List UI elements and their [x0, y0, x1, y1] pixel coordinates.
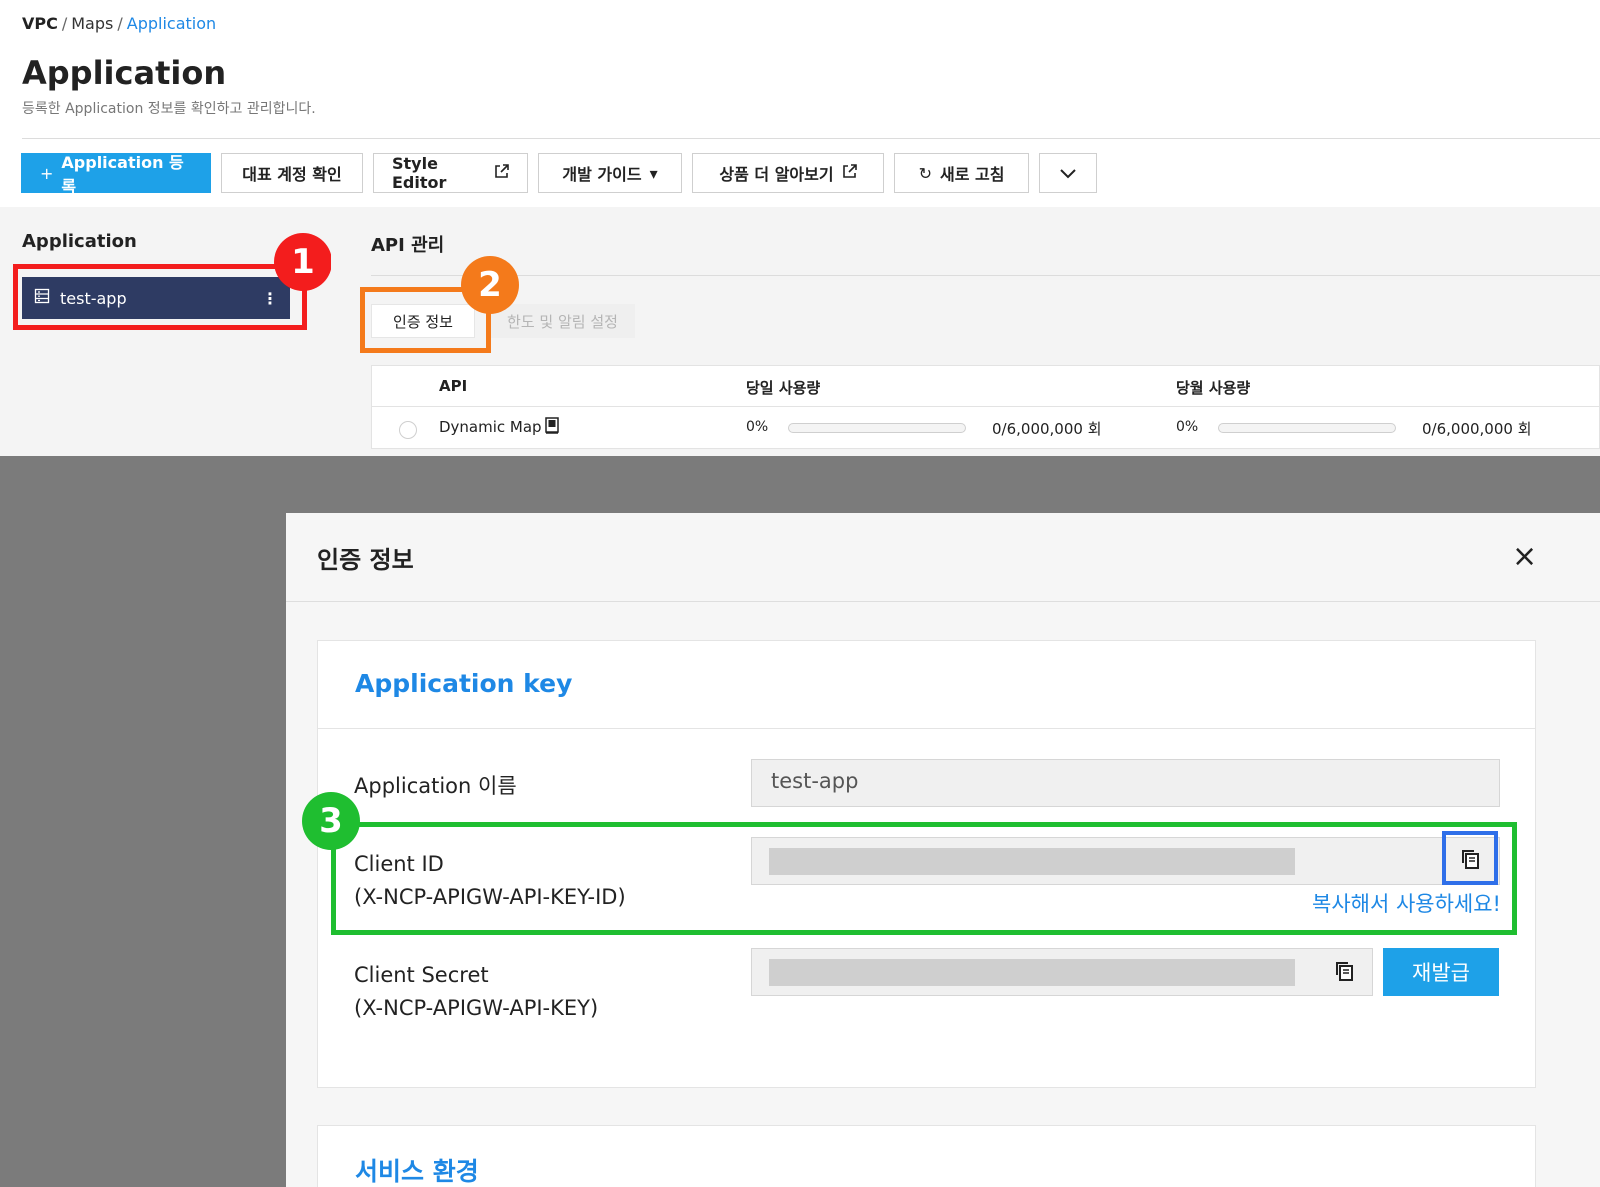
- breadcrumb: VPC / Maps / Application: [22, 14, 216, 33]
- table-header: API 당일 사용량 당월 사용량: [372, 366, 1599, 407]
- external-link-icon: [842, 163, 857, 183]
- step-badge-2: 2: [461, 256, 519, 314]
- highlight-box-step-1: [13, 264, 307, 330]
- close-icon[interactable]: ×: [1512, 539, 1537, 574]
- api-management-title: API 관리: [371, 235, 445, 256]
- breadcrumb-separator: /: [117, 14, 123, 33]
- monthly-usage-count: 0/6,000,000 회: [1422, 420, 1532, 438]
- style-editor-button[interactable]: Style Editor: [373, 153, 528, 193]
- breadcrumb-item-application[interactable]: Application: [127, 14, 216, 33]
- column-header-monthly-usage: 당월 사용량: [1176, 379, 1251, 397]
- register-application-button[interactable]: + Application 등록: [21, 153, 211, 196]
- api-name: Dynamic Map: [439, 418, 542, 436]
- row-select-radio[interactable]: [399, 421, 417, 439]
- client-secret-header-name: (X-NCP-APIGW-API-KEY): [354, 996, 599, 1020]
- card-header: Application key: [318, 641, 1535, 729]
- check-account-button[interactable]: 대표 계정 확인: [221, 153, 363, 193]
- toolbar: + Application 등록 대표 계정 확인 Style Editor 개…: [21, 153, 1097, 196]
- breadcrumb-item-vpc[interactable]: VPC: [22, 14, 58, 33]
- caret-down-icon: ▾: [649, 163, 658, 183]
- external-link-icon: [494, 163, 509, 183]
- style-editor-label: Style Editor: [392, 154, 447, 192]
- api-usage-table: API 당일 사용량 당월 사용량 Dynamic Map 0% 0/6,000…: [371, 365, 1600, 449]
- highlight-box-step-3: [331, 822, 1517, 935]
- section-title-service-env: 서비스 환경: [355, 1157, 479, 1186]
- copy-client-secret-icon[interactable]: [1334, 960, 1356, 987]
- register-application-label: Application 등록: [61, 153, 184, 196]
- section-title-application-key: Application key: [355, 669, 573, 698]
- monthly-usage-percent: 0%: [1176, 419, 1199, 435]
- step-badge-3: 3: [302, 792, 360, 850]
- daily-usage-bar: [788, 423, 966, 433]
- reissue-button[interactable]: 재발급: [1383, 948, 1499, 996]
- client-secret-field[interactable]: [751, 948, 1373, 996]
- docs-icon[interactable]: [545, 417, 559, 439]
- plus-icon: +: [40, 163, 54, 183]
- service-env-card: 서비스 환경: [317, 1125, 1536, 1187]
- app-name-label: Application 이름: [354, 774, 517, 798]
- app-name-field: test-app: [751, 759, 1500, 807]
- learn-more-button[interactable]: 상품 더 알아보기: [692, 153, 884, 193]
- dev-guide-dropdown[interactable]: 개발 가이드 ▾: [538, 153, 682, 193]
- header-divider: [22, 138, 1600, 139]
- daily-usage-percent: 0%: [746, 419, 769, 435]
- learn-more-label: 상품 더 알아보기: [719, 165, 834, 184]
- daily-usage-count: 0/6,000,000 회: [992, 420, 1102, 438]
- column-header-daily-usage: 당일 사용량: [746, 379, 821, 397]
- modal-title: 인증 정보: [317, 546, 414, 574]
- chevron-down-icon: [1060, 164, 1076, 183]
- modal-header: 인증 정보 ×: [286, 513, 1600, 602]
- page-subtitle: 등록한 Application 정보를 확인하고 관리합니다.: [22, 101, 316, 117]
- tab-quota-alert-settings[interactable]: 한도 및 알림 설정: [490, 304, 635, 338]
- check-account-label: 대표 계정 확인: [242, 165, 342, 184]
- sidebar-title: Application: [22, 231, 137, 252]
- refresh-button[interactable]: ↻ 새로 고침: [894, 153, 1029, 193]
- more-options-button[interactable]: [1039, 153, 1097, 193]
- api-divider: [371, 275, 1600, 276]
- step-badge-1: 1: [274, 233, 332, 291]
- page-title: Application: [22, 54, 227, 92]
- refresh-icon: ↻: [918, 163, 932, 183]
- breadcrumb-separator: /: [61, 14, 68, 33]
- breadcrumb-item-maps[interactable]: Maps: [71, 14, 113, 33]
- dev-guide-label: 개발 가이드: [562, 165, 642, 184]
- client-secret-masked-value: [769, 959, 1295, 986]
- refresh-label: 새로 고침: [939, 165, 1005, 184]
- column-header-api: API: [439, 377, 468, 395]
- app-name-value: test-app: [771, 769, 859, 793]
- client-secret-label: Client Secret: [354, 963, 489, 987]
- monthly-usage-bar: [1218, 423, 1396, 433]
